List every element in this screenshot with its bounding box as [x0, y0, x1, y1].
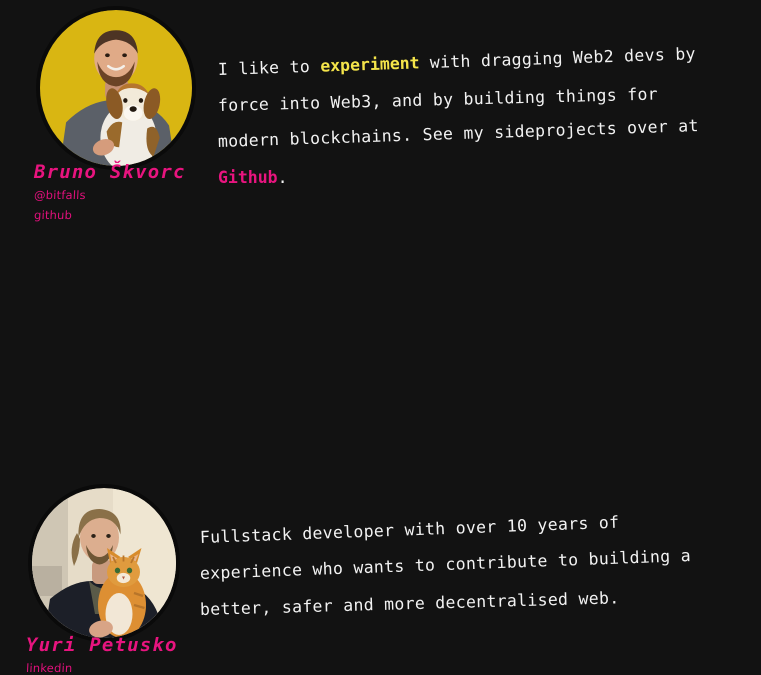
member-name: Bruno Škvorc [34, 161, 186, 183]
avatar-image [40, 10, 192, 166]
bio-text: . [277, 168, 288, 187]
team-member-card: Bruno Škvorc @bitfalls github I like to … [0, 0, 761, 240]
member-link-twitter-handle[interactable]: @bitfalls [34, 188, 186, 202]
team-page: Bruno Škvorc @bitfalls github I like to … [0, 0, 761, 675]
team-member-card: Yuri Petusko linkedin github Fullstack d… [0, 238, 761, 675]
bio-text: with dragging Web2 devs by [419, 44, 697, 73]
member-links: @bitfalls github [34, 188, 186, 223]
bio-highlight-experiment: experiment [319, 53, 420, 76]
bio-line: Github. [218, 160, 699, 196]
team-member-card: Yuri G. github linkedin Tech head with a… [0, 458, 761, 675]
bio-link-github[interactable]: Github [218, 168, 278, 187]
member-bio: I like to experiment with dragging Web2 … [217, 44, 699, 196]
member-identity: Bruno Škvorc @bitfalls github [34, 161, 186, 231]
member-link-github[interactable]: github [34, 208, 186, 222]
avatar-bruno-skvorc[interactable] [40, 10, 192, 166]
bio-text: I like to [217, 56, 321, 79]
